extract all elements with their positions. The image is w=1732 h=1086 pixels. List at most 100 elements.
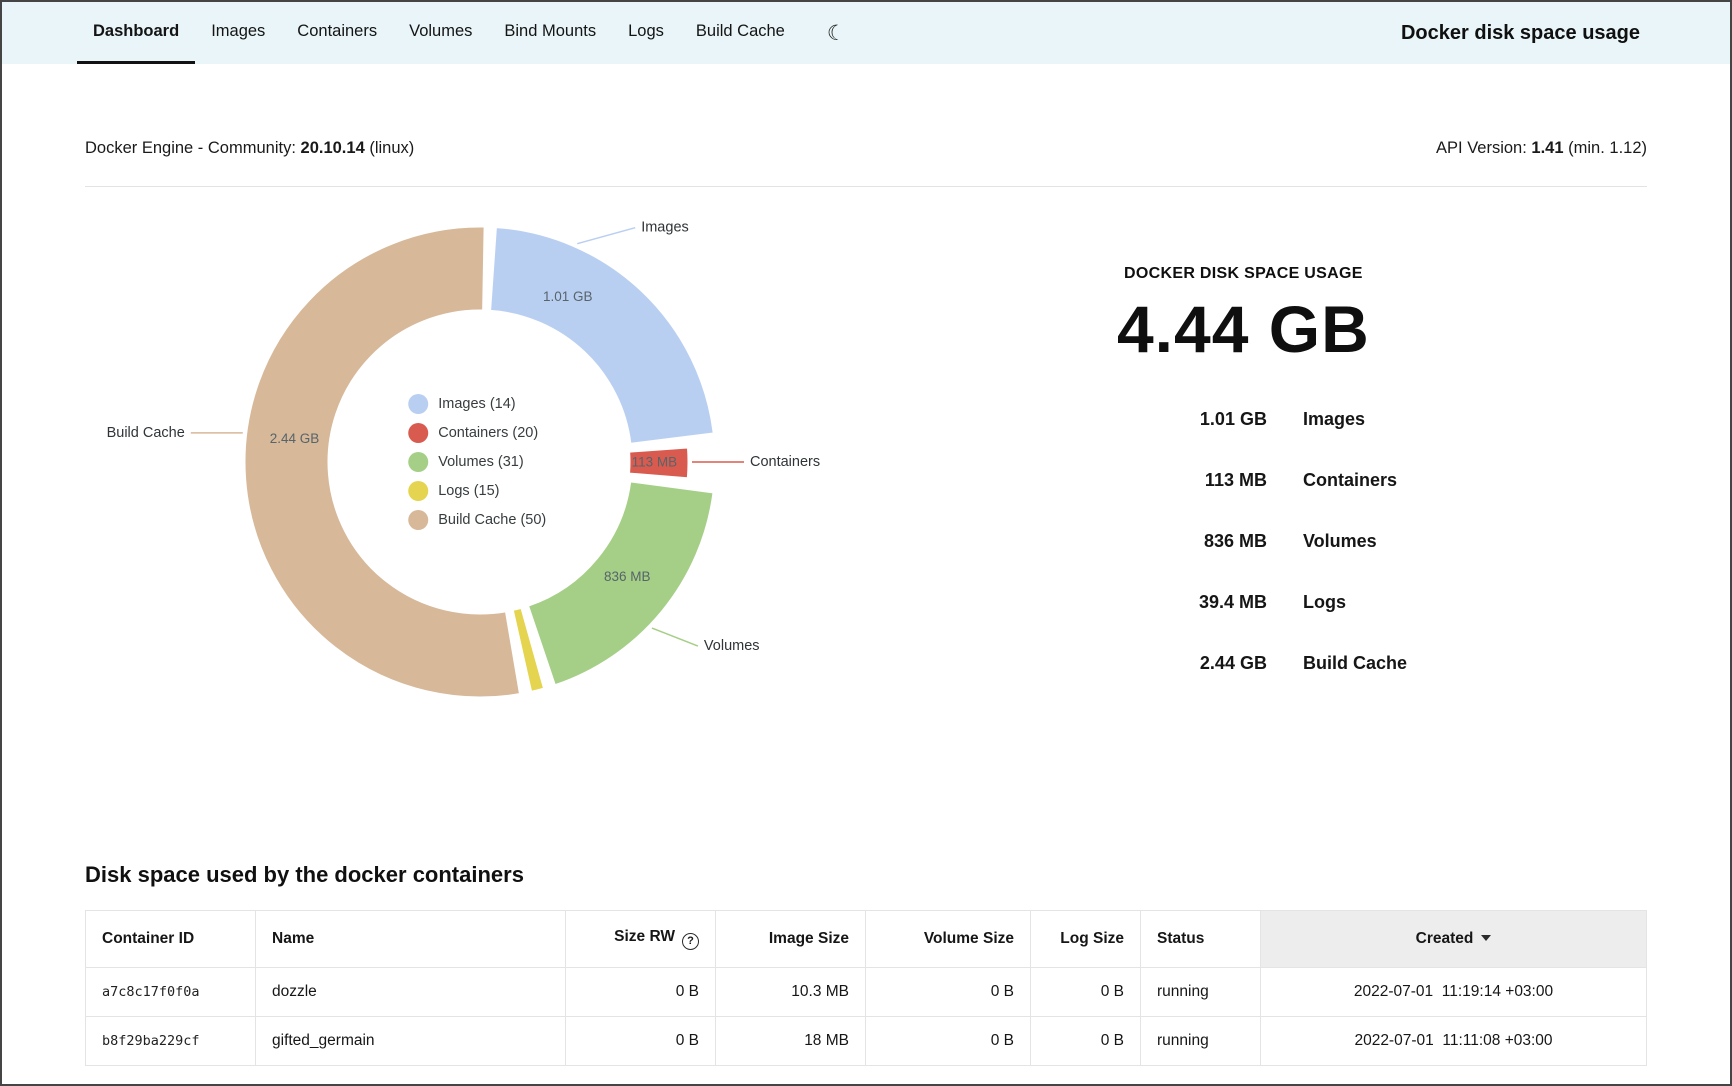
cell-status: running — [1141, 967, 1261, 1016]
top-nav: DashboardImagesContainersVolumesBind Mou… — [2, 2, 1730, 64]
help-icon[interactable]: ? — [682, 933, 699, 950]
table-row: a7c8c17f0f0adozzle0 B10.3 MB0 B0 Brunnin… — [86, 967, 1647, 1016]
segment-name-label-build-cache: Build Cache — [107, 425, 185, 441]
tab-build-cache[interactable]: Build Cache — [680, 2, 801, 64]
summary-label: Logs — [1303, 592, 1346, 613]
segment-name-label-volumes: Volumes — [704, 638, 760, 654]
engine-info: Docker Engine - Community: 20.10.14 (lin… — [85, 139, 414, 158]
summary-total: 4.44 GB — [1117, 291, 1370, 367]
legend-item-containers[interactable]: Containers (20) — [408, 423, 546, 443]
legend-dot-icon — [408, 423, 428, 443]
summary-value: 39.4 MB — [1117, 592, 1267, 613]
col-header-size-rw-label: Size RW — [614, 928, 675, 945]
cell-image-size: 10.3 MB — [716, 967, 866, 1016]
col-header-size-rw[interactable]: Size RW? — [566, 911, 716, 968]
col-header-volume-size[interactable]: Volume Size — [866, 911, 1031, 968]
segment-name-label-containers: Containers — [750, 454, 820, 470]
cell-size-rw: 0 B — [566, 1016, 716, 1065]
callout-line-volumes — [652, 628, 698, 646]
summary-value: 113 MB — [1117, 470, 1267, 491]
chart-legend: Images (14) Containers (20) Volumes (31) Lo… — [408, 394, 546, 530]
cell-log-size: 0 B — [1031, 967, 1141, 1016]
nav-tabs: DashboardImagesContainersVolumesBind Mou… — [77, 2, 801, 64]
main-content: Docker Engine - Community: 20.10.14 (lin… — [2, 64, 1730, 1066]
legend-dot-icon — [408, 481, 428, 501]
col-header-container-id[interactable]: Container ID — [86, 911, 256, 968]
summary-rows: 1.01 GB Images 113 MB Containers 836 MBVolum… — [1117, 409, 1407, 674]
segment-value-label-build-cache: 2.44 GB — [270, 431, 320, 446]
cell-container-id: a7c8c17f0f0a — [86, 967, 256, 1016]
cell-created: 2022-07-01 11:11:08 +03:00 — [1261, 1016, 1647, 1065]
legend-dot-icon — [408, 510, 428, 530]
cell-image-size: 18 MB — [716, 1016, 866, 1065]
legend-item-build-cache[interactable]: Build Cache (50) — [408, 510, 546, 530]
cell-name: dozzle — [256, 967, 566, 1016]
summary-value: 2.44 GB — [1117, 653, 1267, 674]
legend-item-volumes[interactable]: Volumes (31) — [408, 452, 546, 472]
legend-item-images[interactable]: Images (14) — [408, 394, 546, 414]
segment-value-label-containers: 113 MB — [632, 455, 678, 470]
containers-section-title: Disk space used by the docker containers — [85, 862, 1647, 888]
segment-value-label-volumes: 836 MB — [604, 569, 651, 584]
summary-header: DOCKER DISK SPACE USAGE 4.44 GB — [1117, 265, 1370, 367]
tab-bind-mounts[interactable]: Bind Mounts — [488, 2, 612, 64]
tab-volumes[interactable]: Volumes — [393, 2, 488, 64]
col-header-name[interactable]: Name — [256, 911, 566, 968]
summary-label: Images — [1303, 409, 1365, 430]
col-header-status[interactable]: Status — [1141, 911, 1261, 968]
containers-section: Disk space used by the docker containers… — [85, 862, 1647, 1066]
summary-value: 1.01 GB — [1117, 409, 1267, 430]
col-header-log-size[interactable]: Log Size — [1031, 911, 1141, 968]
cell-created: 2022-07-01 11:19:14 +03:00 — [1261, 967, 1647, 1016]
engine-platform: (linux) — [369, 139, 414, 157]
cell-volume-size: 0 B — [866, 1016, 1031, 1065]
cell-name: gifted_germain — [256, 1016, 566, 1065]
cell-container-id: b8f29ba229cf — [86, 1016, 256, 1065]
api-version-value: 1.41 — [1531, 139, 1563, 157]
containers-table-body: a7c8c17f0f0adozzle0 B10.3 MB0 B0 Brunnin… — [86, 967, 1647, 1065]
segment-value-label-images: 1.01 GB — [543, 289, 593, 304]
disk-usage-summary: DOCKER DISK SPACE USAGE 4.44 GB 1.01 GB I… — [1117, 187, 1407, 674]
app-window: DashboardImagesContainersVolumesBind Mou… — [0, 0, 1732, 1086]
engine-info-row: Docker Engine - Community: 20.10.14 (lin… — [85, 139, 1647, 158]
col-header-image-size[interactable]: Image Size — [716, 911, 866, 968]
legend-label: Volumes (31) — [438, 454, 523, 470]
containers-table: Container ID Name Size RW? Image Size Vo… — [85, 910, 1647, 1066]
summary-label: Build Cache — [1303, 653, 1407, 674]
table-header-row: Container ID Name Size RW? Image Size Vo… — [86, 911, 1647, 968]
api-version-label: API Version: — [1436, 139, 1527, 157]
app-title: Docker disk space usage — [1401, 22, 1640, 45]
legend-label: Logs (15) — [438, 483, 499, 499]
summary-label: Containers — [1303, 470, 1397, 491]
tab-logs[interactable]: Logs — [612, 2, 680, 64]
summary-row-build-cache: 2.44 GB Build Cache — [1117, 653, 1407, 674]
segment-name-label-images: Images — [641, 220, 689, 236]
disk-usage-donut-chart: 1.01 GB Images 113 MB Containers 836 MB Volum… — [85, 177, 945, 767]
summary-row-logs: 39.4 MB Logs — [1117, 592, 1407, 613]
tab-dashboard[interactable]: Dashboard — [77, 2, 195, 64]
moon-icon: ☾ — [827, 22, 846, 45]
disk-usage-section: 1.01 GBImages113 MBContainers836 MBVolum… — [85, 187, 1647, 767]
api-version-min: (min. 1.12) — [1568, 139, 1647, 157]
tab-containers[interactable]: Containers — [281, 2, 393, 64]
cell-log-size: 0 B — [1031, 1016, 1141, 1065]
summary-row-containers: 113 MB Containers — [1117, 470, 1407, 491]
engine-version: 20.10.14 — [301, 139, 365, 157]
summary-row-images: 1.01 GB Images — [1117, 409, 1407, 430]
table-row: b8f29ba229cfgifted_germain0 B18 MB0 B0 B… — [86, 1016, 1647, 1065]
cell-size-rw: 0 B — [566, 967, 716, 1016]
legend-dot-icon — [408, 394, 428, 414]
col-header-created[interactable]: Created — [1261, 911, 1647, 968]
col-header-created-label: Created — [1416, 930, 1474, 947]
summary-row-volumes: 836 MBVolumes — [1117, 531, 1407, 552]
dark-mode-toggle[interactable]: ☾ — [821, 22, 852, 45]
legend-item-logs[interactable]: Logs (15) — [408, 481, 546, 501]
legend-dot-icon — [408, 452, 428, 472]
legend-label: Containers (20) — [438, 425, 538, 441]
summary-title: DOCKER DISK SPACE USAGE — [1117, 265, 1370, 283]
legend-label: Images (14) — [438, 396, 515, 412]
sort-caret-icon — [1481, 935, 1491, 941]
legend-label: Build Cache (50) — [438, 512, 546, 528]
summary-label: Volumes — [1303, 531, 1377, 552]
tab-images[interactable]: Images — [195, 2, 281, 64]
